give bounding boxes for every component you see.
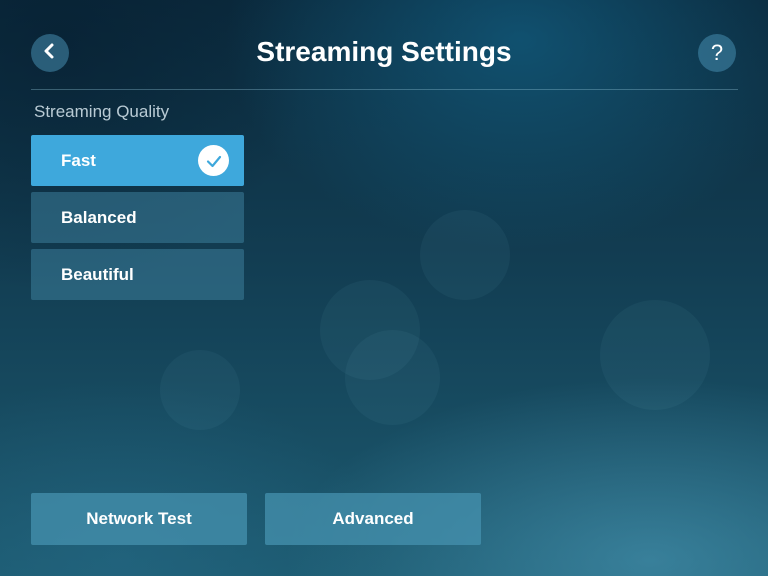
option-label: Beautiful	[61, 264, 134, 284]
network-test-button[interactable]: Network Test	[31, 493, 247, 545]
bokeh-light	[160, 350, 240, 430]
bokeh-light	[420, 210, 510, 300]
option-label: Fast	[61, 150, 96, 170]
header: Streaming Settings ?	[0, 0, 768, 90]
checkmark-icon	[198, 145, 229, 176]
advanced-button[interactable]: Advanced	[265, 493, 481, 545]
bokeh-light	[600, 300, 710, 410]
streaming-quality-label: Streaming Quality	[34, 102, 170, 121]
quality-option-balanced[interactable]: Balanced	[31, 192, 244, 243]
quality-option-fast[interactable]: Fast	[31, 135, 244, 186]
option-label: Balanced	[61, 207, 137, 227]
header-divider	[31, 89, 738, 90]
quality-option-beautiful[interactable]: Beautiful	[31, 249, 244, 300]
bokeh-light	[345, 330, 440, 425]
page-title: Streaming Settings	[256, 36, 512, 67]
help-button[interactable]: ?	[698, 34, 736, 72]
